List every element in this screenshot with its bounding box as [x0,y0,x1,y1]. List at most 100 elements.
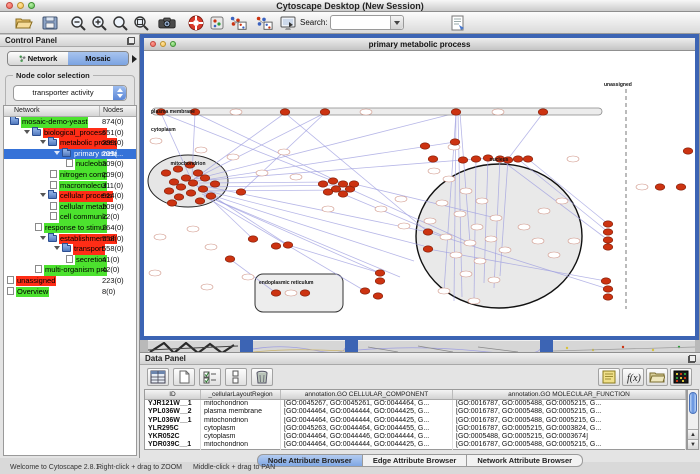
network-node[interactable] [373,293,383,299]
network-node[interactable] [513,156,523,162]
network-tree-row[interactable]: nitrogen compo209(0) [4,170,136,181]
table-row[interactable]: YDR039C__1mitochondrion[GO:0044464, GO:0… [145,441,686,449]
open-session-button[interactable] [14,14,34,32]
tab-mosaic[interactable]: Mosaic [68,52,128,65]
tree-expander-icon[interactable] [24,130,30,134]
tree-expander-icon[interactable] [40,236,46,240]
scroll-up-arrow[interactable]: ▲ [688,429,698,439]
network-edge[interactable] [200,189,424,246]
network-window-titlebar[interactable]: primary metabolic process [144,38,695,51]
network-tree-row[interactable]: cellular metabo209(0) [4,202,136,213]
column-header[interactable]: annotation.GO CELLULAR_COMPONENT [281,390,453,399]
network-tree-row[interactable]: nucleobase-209(0) [4,159,136,170]
network-node[interactable] [283,242,293,248]
network-node[interactable] [154,234,166,240]
network-node[interactable] [149,270,161,276]
save-session-button[interactable] [40,14,60,32]
network-node[interactable] [492,109,504,115]
network-node[interactable] [436,200,448,206]
network-node[interactable] [603,294,613,300]
network-node[interactable] [195,198,205,204]
network-node[interactable] [167,200,177,206]
network-node[interactable] [464,240,476,246]
network-node[interactable] [420,143,430,149]
network-node[interactable] [323,189,333,195]
network-node[interactable] [556,198,568,204]
network-node[interactable] [523,156,533,162]
tree-column-divider[interactable] [99,106,100,116]
search-dropdown-arrow[interactable] [390,16,403,29]
network-node[interactable] [188,180,198,186]
search-config-button[interactable] [448,14,468,32]
network-node[interactable] [176,184,186,190]
network-edge[interactable] [508,113,543,159]
network-node[interactable] [375,206,387,212]
network-node[interactable] [485,236,497,242]
graph-transfer-a-button[interactable] [226,14,250,32]
zoom-fit-button[interactable] [131,14,151,32]
network-node[interactable] [395,196,407,202]
network-node[interactable] [236,189,246,195]
network-node[interactable] [450,252,462,258]
network-tree-row[interactable]: mosaic-demo-yeast874(0) [4,117,136,128]
node-color-dropdown[interactable]: transporter activity [13,85,127,101]
tree-expander-icon[interactable] [54,151,60,155]
network-edge[interactable] [204,195,400,277]
function-builder-button[interactable]: f(x) [622,368,644,386]
network-edge[interactable] [194,113,285,179]
network-node[interactable] [532,238,544,244]
network-node[interactable] [424,218,436,224]
search-input[interactable] [333,17,389,28]
tab-overflow-arrow[interactable] [132,55,137,63]
network-node[interactable] [230,109,242,115]
snapshot-button[interactable] [154,14,180,32]
select-attributes-button[interactable] [147,368,169,386]
zoom-out-button[interactable] [68,14,88,32]
network-tree-row[interactable]: secretion41(0) [4,255,136,266]
network-node[interactable] [603,237,613,243]
network-tree-row[interactable]: metabolic process280(0) [4,138,136,149]
network-tree-row[interactable]: cell communicat22(0) [4,212,136,223]
network-node[interactable] [601,278,611,284]
network-node[interactable] [567,156,579,162]
network-node[interactable] [322,206,334,212]
network-node[interactable] [474,258,486,264]
network-node[interactable] [300,290,310,296]
network-node[interactable] [468,298,480,304]
network-node[interactable] [471,224,483,230]
network-node[interactable] [278,149,290,155]
network-node[interactable] [438,288,450,294]
network-node[interactable] [271,290,281,296]
network-node[interactable] [242,274,254,280]
network-node[interactable] [360,109,372,115]
network-node[interactable] [440,234,452,240]
float-panel-icon[interactable] [688,355,696,363]
network-node[interactable] [193,170,203,176]
network-node[interactable] [225,256,235,262]
zoom-selected-button[interactable] [110,14,130,32]
network-node[interactable] [200,175,210,181]
network-node[interactable] [443,176,455,182]
scroll-down-arrow[interactable]: ▼ [688,439,698,449]
network-edge[interactable] [196,113,456,179]
network-view-window[interactable]: primary metabolic process plasma membran… [140,34,699,340]
network-tree-row[interactable]: Overview8(0) [4,287,136,298]
network-node[interactable] [375,270,385,276]
create-attribute-button[interactable] [173,368,195,386]
network-node[interactable] [271,243,281,249]
network-node[interactable] [360,288,370,294]
network-tree-row[interactable]: multi-organism pro42(0) [4,265,136,276]
zoom-in-button[interactable] [89,14,109,32]
network-node[interactable] [398,223,410,229]
network-node[interactable] [538,208,550,214]
network-node[interactable] [338,181,348,187]
table-row[interactable]: YKR052Ccytoplasm[GO:0044464, GO:0044446,… [145,433,686,441]
network-node[interactable] [603,229,613,235]
tree-expander-icon[interactable] [54,246,60,250]
network-node[interactable] [290,174,302,180]
network-node[interactable] [198,186,208,192]
network-node[interactable] [454,211,466,217]
network-node[interactable] [676,184,686,190]
column-header[interactable]: ID [145,390,201,399]
network-tree-row[interactable]: response to stimulu264(0) [4,223,136,234]
